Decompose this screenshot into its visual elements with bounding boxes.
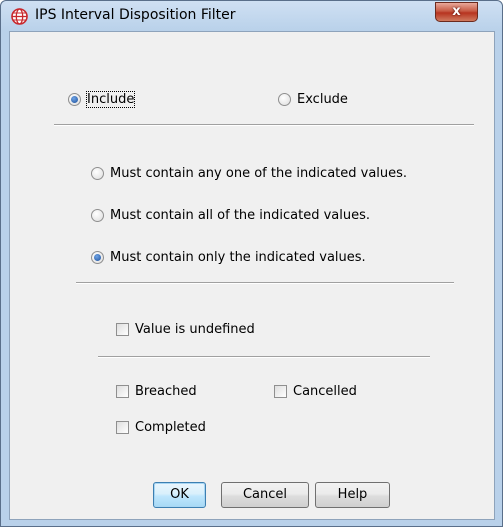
match-all-label: Must contain all of the indicated values…	[110, 208, 371, 223]
match-any-radio[interactable]	[91, 167, 104, 180]
match-option-only[interactable]: Must contain only the indicated values.	[91, 250, 366, 265]
globe-icon	[11, 8, 28, 25]
exclude-option[interactable]: Exclude	[278, 92, 348, 107]
cancelled-label: Cancelled	[293, 384, 357, 399]
ok-button[interactable]: OK	[153, 482, 206, 508]
exclude-radio[interactable]	[278, 93, 291, 106]
value-undefined-label: Value is undefined	[135, 322, 255, 337]
dialog-body: Include Exclude Must contain any one of …	[9, 31, 495, 520]
match-option-all[interactable]: Must contain all of the indicated values…	[91, 208, 370, 223]
include-radio[interactable]	[68, 93, 81, 106]
window-title: IPS Interval Disposition Filter	[35, 7, 236, 23]
include-label: Include	[85, 91, 136, 108]
match-only-label: Must contain only the indicated values.	[110, 250, 366, 265]
separator	[98, 356, 430, 358]
value-undefined-checkbox[interactable]	[116, 323, 129, 336]
title-bar[interactable]: IPS Interval Disposition Filter x	[1, 1, 502, 31]
breached-option[interactable]: Breached	[116, 384, 197, 399]
cancelled-checkbox[interactable]	[274, 385, 287, 398]
separator	[54, 124, 474, 126]
completed-option[interactable]: Completed	[116, 420, 206, 435]
cancelled-option[interactable]: Cancelled	[274, 384, 357, 399]
separator	[76, 282, 454, 284]
breached-label: Breached	[135, 384, 197, 399]
match-option-any[interactable]: Must contain any one of the indicated va…	[91, 166, 407, 181]
exclude-label: Exclude	[297, 92, 348, 107]
value-undefined-option[interactable]: Value is undefined	[116, 322, 255, 337]
close-button[interactable]: x	[435, 2, 478, 22]
include-option[interactable]: Include	[68, 91, 136, 108]
help-button[interactable]: Help	[315, 482, 390, 508]
match-only-radio[interactable]	[91, 251, 104, 264]
match-all-radio[interactable]	[91, 209, 104, 222]
breached-checkbox[interactable]	[116, 385, 129, 398]
dialog-window: IPS Interval Disposition Filter x Includ…	[0, 0, 503, 527]
match-any-label: Must contain any one of the indicated va…	[110, 166, 408, 181]
completed-label: Completed	[135, 420, 206, 435]
completed-checkbox[interactable]	[116, 421, 129, 434]
cancel-button[interactable]: Cancel	[221, 482, 309, 508]
